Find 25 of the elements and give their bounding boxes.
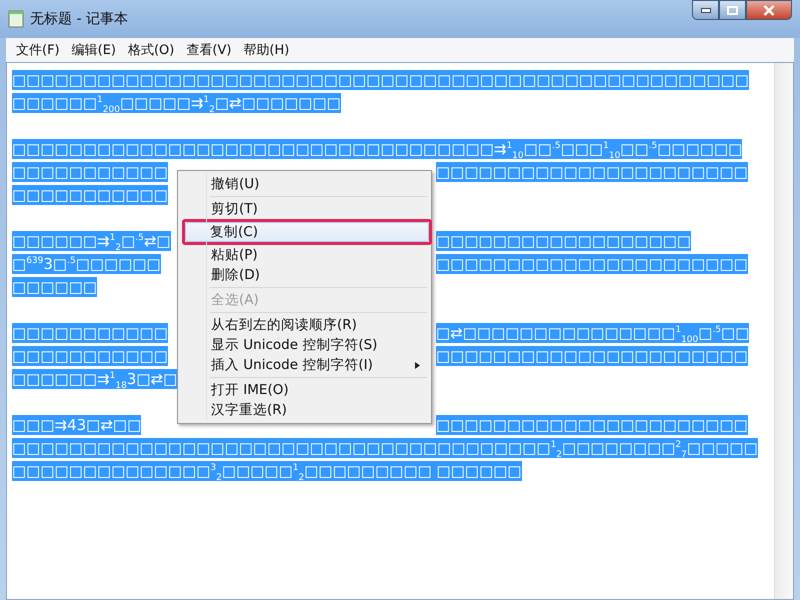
context-menu-item[interactable]: 删除(D) (180, 265, 429, 285)
close-button[interactable] (746, 0, 792, 20)
context-menu-item[interactable]: 剪切(T) (180, 199, 429, 219)
context-menu-item[interactable]: 插入 Unicode 控制字符(I) (180, 355, 429, 375)
menu-bar-item[interactable]: 格式(O) (126, 41, 176, 59)
maximize-button[interactable] (719, 0, 746, 20)
maximize-icon (727, 6, 738, 14)
minimize-icon (700, 8, 710, 12)
submenu-arrow-icon (415, 362, 420, 369)
menu-bar-item[interactable]: 编辑(E) (70, 41, 118, 59)
close-icon (763, 4, 775, 16)
context-menu-item[interactable]: 显示 Unicode 控制字符(S) (180, 335, 429, 355)
minimize-button[interactable] (692, 0, 719, 20)
context-menu-item[interactable]: 汉字重选(R) (180, 400, 429, 420)
context-menu-item[interactable]: 复制(C) (185, 222, 429, 242)
scrollbar[interactable] (774, 63, 793, 599)
menu-bar-item[interactable]: 查看(V) (184, 41, 234, 59)
context-menu-item[interactable]: 粘贴(P) (180, 245, 429, 265)
context-menu-item[interactable]: 从右到左的阅读顺序(R) (180, 315, 429, 335)
window-title: 无标题 - 记事本 (30, 10, 128, 28)
menu-bar-item[interactable]: 文件(F) (14, 41, 62, 59)
notepad-icon (8, 10, 24, 28)
menu-bar-item[interactable]: 帮助(H) (241, 41, 292, 59)
context-menu-item[interactable]: 撤销(U) (180, 174, 429, 194)
context-menu-item[interactable]: 打开 IME(O) (180, 380, 429, 400)
